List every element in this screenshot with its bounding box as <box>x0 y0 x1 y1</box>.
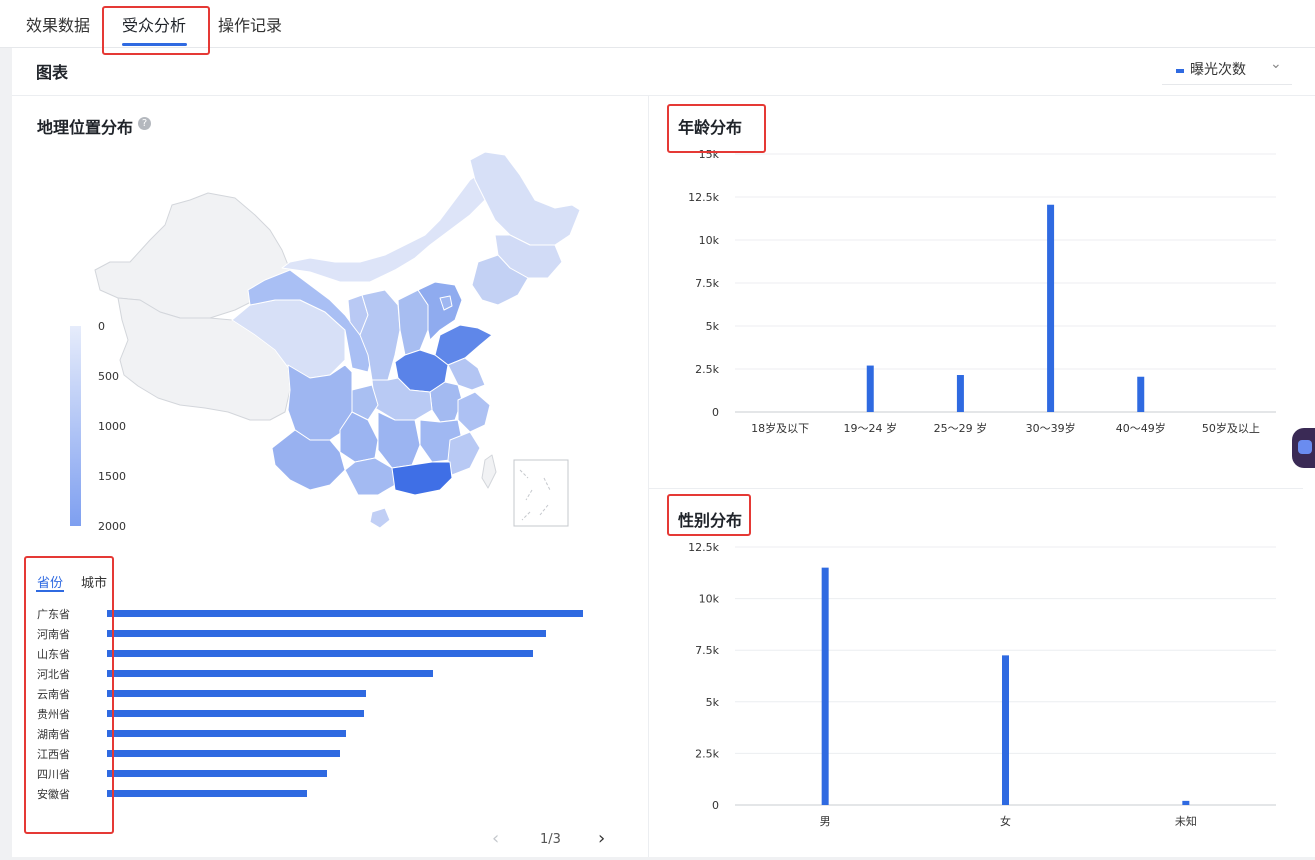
pagination-text: 1/3 <box>540 832 561 847</box>
subtab-province[interactable]: 省份 <box>37 572 63 591</box>
legend-label: 1500 <box>98 470 126 483</box>
chevron-left-icon[interactable]: ‹ <box>492 828 499 849</box>
geo-title: 地理位置分布 <box>37 118 134 137</box>
province-label: 安徽省 <box>37 788 70 801</box>
metric-select[interactable]: 曝光次数 ⌄ <box>1162 54 1292 85</box>
metric-select-value: 曝光次数 <box>1190 62 1246 78</box>
subtab-active-indicator <box>36 590 64 592</box>
province-label: 河北省 <box>37 668 70 681</box>
map-region-fujian <box>447 431 481 476</box>
province-bar[interactable] <box>107 650 533 657</box>
province-bar[interactable] <box>107 770 327 777</box>
floating-assistant-icon[interactable] <box>1292 428 1315 468</box>
subtab-city[interactable]: 城市 <box>81 572 107 591</box>
map-region-inner-mongolia <box>281 169 499 283</box>
province-bar[interactable] <box>107 750 340 757</box>
metric-legend-swatch <box>1176 69 1184 73</box>
map-region-guangdong <box>391 461 453 496</box>
province-bar[interactable] <box>107 670 433 677</box>
province-label: 四川省 <box>37 768 70 781</box>
province-bar[interactable] <box>107 630 546 637</box>
province-bar[interactable] <box>107 790 307 797</box>
legend-label: 500 <box>98 370 119 383</box>
map-inset-south-china-sea <box>513 459 569 527</box>
map-region-hainan <box>369 507 391 529</box>
row-divider <box>649 488 1303 489</box>
province-label: 湖南省 <box>37 728 70 741</box>
legend-label: 2000 <box>98 520 126 533</box>
legend-label: 0 <box>98 320 105 333</box>
province-bar[interactable] <box>107 710 364 717</box>
province-label: 江西省 <box>37 748 70 761</box>
province-label: 河南省 <box>37 628 70 641</box>
map-region-guangxi <box>344 457 396 496</box>
map-region-taiwan <box>481 454 497 489</box>
province-bar[interactable] <box>107 610 583 617</box>
column-divider <box>648 96 649 857</box>
province-label: 贵州省 <box>37 708 70 721</box>
gender-title: 性别分布 <box>678 511 743 530</box>
province-label: 云南省 <box>37 688 70 701</box>
chevron-down-icon: ⌄ <box>1270 56 1282 72</box>
legend-label: 1000 <box>98 420 126 433</box>
map-region-zhejiang <box>457 391 491 433</box>
province-bar[interactable] <box>107 690 366 697</box>
province-label: 山东省 <box>37 648 70 661</box>
map-region-yunnan <box>271 429 346 491</box>
map-region-shanxi <box>397 289 429 356</box>
age-title: 年龄分布 <box>678 118 743 137</box>
map-region-hunan <box>377 411 421 469</box>
province-bar[interactable] <box>107 730 346 737</box>
question-circle-icon[interactable]: ? <box>138 117 151 130</box>
province-label: 广东省 <box>37 608 70 621</box>
geo-map <box>94 151 581 529</box>
map-region-heilongjiang <box>469 151 581 246</box>
chevron-right-icon[interactable]: › <box>598 828 605 849</box>
map-legend-gradient <box>70 326 81 526</box>
